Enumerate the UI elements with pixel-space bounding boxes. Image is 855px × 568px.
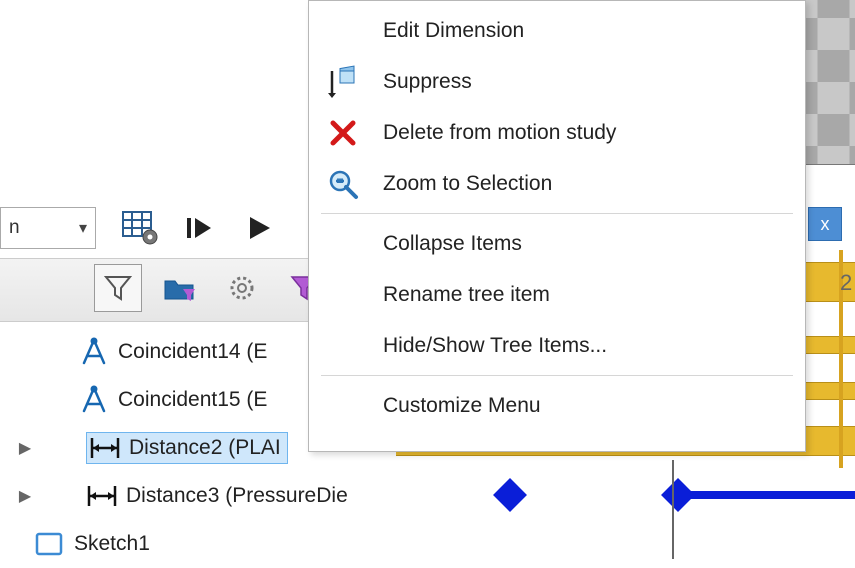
tree-item-label: Distance3 (PressureDie <box>126 484 348 508</box>
distance-icon <box>89 435 121 461</box>
expand-triangle-icon[interactable]: ▶ <box>18 438 32 458</box>
menu-item-label: Delete from motion study <box>383 121 616 145</box>
step-forward-icon <box>185 214 215 242</box>
blank-icon <box>321 224 365 264</box>
menu-item-label: Suppress <box>383 70 472 94</box>
coincident-icon <box>78 385 110 415</box>
expand-triangle-icon[interactable]: ▶ <box>18 486 32 506</box>
tree-item-label: Distance2 (PLAI <box>129 436 281 460</box>
zoom-icon: = <box>321 164 365 204</box>
tree-item-label: Coincident14 (E <box>118 340 267 364</box>
tree-item-label: Sketch1 <box>74 532 150 556</box>
menu-item-label: Rename tree item <box>383 283 550 307</box>
menu-item-label: Customize Menu <box>383 394 541 418</box>
table-gear-icon <box>122 211 158 245</box>
timeline-cursor[interactable] <box>672 460 674 559</box>
menu-suppress[interactable]: Suppress <box>309 56 805 107</box>
step-forward-button[interactable] <box>180 208 220 248</box>
mode-combobox-text: n <box>9 217 20 239</box>
keyframe-icon[interactable] <box>493 478 527 512</box>
blank-icon <box>321 275 365 315</box>
play-icon <box>246 214 274 242</box>
timeline-close-button[interactable]: x <box>808 207 842 241</box>
filter-icon <box>103 273 133 303</box>
settings-gear-button[interactable] <box>218 264 266 312</box>
gear-icon <box>226 272 258 304</box>
menu-item-label: Collapse Items <box>383 232 522 256</box>
suppress-icon <box>321 62 365 102</box>
blank-icon <box>321 386 365 426</box>
play-button[interactable] <box>240 208 280 248</box>
tree-item-distance3[interactable]: ▶ Distance3 (PressureDie <box>0 472 395 520</box>
timeline-key-track[interactable] <box>398 468 855 522</box>
menu-delete-from-study[interactable]: Delete from motion study <box>309 107 805 158</box>
folder-filter-button[interactable] <box>156 264 204 312</box>
filter-toolbar <box>94 264 328 312</box>
folder-filter-icon <box>163 273 197 303</box>
menu-edit-dimension[interactable]: Edit Dimension <box>309 5 805 56</box>
sketch-icon <box>34 529 66 559</box>
menu-item-label: Zoom to Selection <box>383 172 552 196</box>
mode-combobox[interactable]: n ▾ <box>0 207 96 249</box>
menu-collapse-items[interactable]: Collapse Items <box>309 218 805 269</box>
menu-rename-tree-item[interactable]: Rename tree item <box>309 269 805 320</box>
menu-separator <box>321 375 793 376</box>
keyframe-span[interactable] <box>680 491 855 499</box>
delete-icon <box>321 113 365 153</box>
svg-text:=: = <box>336 174 343 188</box>
tree-item-label: Coincident15 (E <box>118 388 267 412</box>
blank-icon <box>321 11 365 51</box>
table-settings-button[interactable] <box>120 208 160 248</box>
blank-icon <box>321 326 365 366</box>
menu-separator <box>321 213 793 214</box>
menu-item-label: Edit Dimension <box>383 19 524 43</box>
playback-toolbar <box>120 200 280 256</box>
menu-customize-menu[interactable]: Customize Menu <box>309 380 805 431</box>
context-menu: Edit Dimension Suppress Delete from moti… <box>308 0 806 452</box>
menu-hide-show-tree-items[interactable]: Hide/Show Tree Items... <box>309 320 805 371</box>
filter-button[interactable] <box>94 264 142 312</box>
chevron-down-icon: ▾ <box>79 218 87 238</box>
menu-item-label: Hide/Show Tree Items... <box>383 334 607 358</box>
timeline-close-label: x <box>821 214 830 235</box>
tree-item-sketch1[interactable]: Sketch1 <box>0 520 395 568</box>
coincident-icon <box>78 337 110 367</box>
timeline-tick-label: 2 <box>840 270 852 296</box>
menu-zoom-to-selection[interactable]: = Zoom to Selection <box>309 158 805 209</box>
distance-icon <box>86 483 118 509</box>
